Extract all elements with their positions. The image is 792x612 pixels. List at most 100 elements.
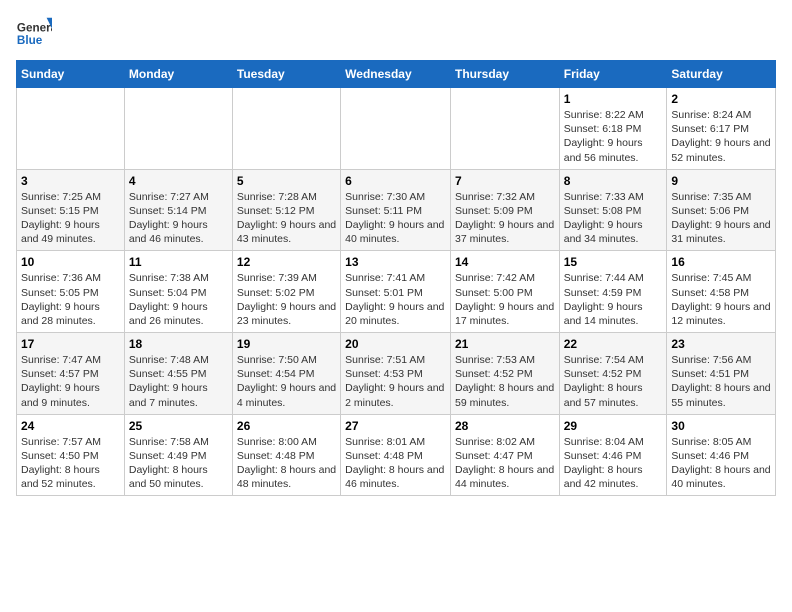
day-number: 18 [129, 337, 228, 351]
day-number: 23 [671, 337, 771, 351]
day-number: 4 [129, 174, 228, 188]
calendar-week-row: 1 Sunrise: 8:22 AM Sunset: 6:18 PM Daylig… [17, 88, 776, 170]
day-number: 14 [455, 255, 555, 269]
calendar-cell: 20 Sunrise: 7:51 AM Sunset: 4:53 PM Dayli… [341, 333, 451, 415]
day-info: Sunrise: 7:57 AM Sunset: 4:50 PM Dayligh… [21, 435, 120, 492]
day-header-monday: Monday [124, 61, 232, 88]
calendar-cell: 30 Sunrise: 8:05 AM Sunset: 4:46 PM Dayli… [667, 414, 776, 496]
calendar-cell: 14 Sunrise: 7:42 AM Sunset: 5:00 PM Dayli… [450, 251, 559, 333]
day-number: 8 [564, 174, 663, 188]
day-info: Sunrise: 8:00 AM Sunset: 4:48 PM Dayligh… [237, 435, 336, 492]
day-number: 24 [21, 419, 120, 433]
day-number: 7 [455, 174, 555, 188]
day-info: Sunrise: 7:56 AM Sunset: 4:51 PM Dayligh… [671, 353, 771, 410]
calendar-cell: 13 Sunrise: 7:41 AM Sunset: 5:01 PM Dayli… [341, 251, 451, 333]
day-number: 30 [671, 419, 771, 433]
day-number: 16 [671, 255, 771, 269]
day-number: 29 [564, 419, 663, 433]
day-number: 6 [345, 174, 446, 188]
day-info: Sunrise: 8:02 AM Sunset: 4:47 PM Dayligh… [455, 435, 555, 492]
calendar-cell: 29 Sunrise: 8:04 AM Sunset: 4:46 PM Dayli… [559, 414, 667, 496]
day-number: 22 [564, 337, 663, 351]
calendar-cell: 10 Sunrise: 7:36 AM Sunset: 5:05 PM Dayli… [17, 251, 125, 333]
day-info: Sunrise: 7:44 AM Sunset: 4:59 PM Dayligh… [564, 271, 663, 328]
day-info: Sunrise: 7:36 AM Sunset: 5:05 PM Dayligh… [21, 271, 120, 328]
calendar-cell: 19 Sunrise: 7:50 AM Sunset: 4:54 PM Dayli… [232, 333, 340, 415]
calendar-cell: 6 Sunrise: 7:30 AM Sunset: 5:11 PM Daylig… [341, 169, 451, 251]
day-number: 28 [455, 419, 555, 433]
calendar-week-row: 10 Sunrise: 7:36 AM Sunset: 5:05 PM Dayli… [17, 251, 776, 333]
page-header: General Blue [16, 16, 776, 52]
calendar-cell: 5 Sunrise: 7:28 AM Sunset: 5:12 PM Daylig… [232, 169, 340, 251]
day-info: Sunrise: 7:54 AM Sunset: 4:52 PM Dayligh… [564, 353, 663, 410]
svg-text:General: General [17, 21, 52, 34]
day-info: Sunrise: 8:01 AM Sunset: 4:48 PM Dayligh… [345, 435, 446, 492]
calendar-cell: 25Sunrise: 7:58 AM Sunset: 4:49 PM Dayli… [124, 414, 232, 496]
day-info: Sunrise: 7:39 AM Sunset: 5:02 PM Dayligh… [237, 271, 336, 328]
day-number: 9 [671, 174, 771, 188]
calendar-cell [232, 88, 340, 170]
day-info: Sunrise: 7:27 AM Sunset: 5:14 PM Dayligh… [129, 190, 228, 247]
calendar-week-row: 17Sunrise: 7:47 AM Sunset: 4:57 PM Dayli… [17, 333, 776, 415]
calendar-header-row: SundayMondayTuesdayWednesdayThursdayFrid… [17, 61, 776, 88]
calendar-week-row: 3 Sunrise: 7:25 AM Sunset: 5:15 PM Daylig… [17, 169, 776, 251]
calendar-cell: 26Sunrise: 8:00 AM Sunset: 4:48 PM Dayli… [232, 414, 340, 496]
day-number: 2 [671, 92, 771, 106]
day-number: 5 [237, 174, 336, 188]
calendar-cell: 24 Sunrise: 7:57 AM Sunset: 4:50 PM Dayli… [17, 414, 125, 496]
day-info: Sunrise: 8:04 AM Sunset: 4:46 PM Dayligh… [564, 435, 663, 492]
day-info: Sunrise: 7:28 AM Sunset: 5:12 PM Dayligh… [237, 190, 336, 247]
day-info: Sunrise: 7:38 AM Sunset: 5:04 PM Dayligh… [129, 271, 228, 328]
day-info: Sunrise: 7:50 AM Sunset: 4:54 PM Dayligh… [237, 353, 336, 410]
calendar-cell: 2Sunrise: 8:24 AM Sunset: 6:17 PM Daylig… [667, 88, 776, 170]
day-info: Sunrise: 7:53 AM Sunset: 4:52 PM Dayligh… [455, 353, 555, 410]
day-header-thursday: Thursday [450, 61, 559, 88]
day-header-friday: Friday [559, 61, 667, 88]
day-number: 10 [21, 255, 120, 269]
calendar-cell: 22 Sunrise: 7:54 AM Sunset: 4:52 PM Dayli… [559, 333, 667, 415]
calendar-cell: 12Sunrise: 7:39 AM Sunset: 5:02 PM Dayli… [232, 251, 340, 333]
day-header-tuesday: Tuesday [232, 61, 340, 88]
day-header-wednesday: Wednesday [341, 61, 451, 88]
day-number: 11 [129, 255, 228, 269]
calendar-cell [450, 88, 559, 170]
svg-text:Blue: Blue [17, 34, 43, 47]
calendar-cell: 27 Sunrise: 8:01 AM Sunset: 4:48 PM Dayli… [341, 414, 451, 496]
calendar-cell: 17Sunrise: 7:47 AM Sunset: 4:57 PM Dayli… [17, 333, 125, 415]
calendar-cell: 16 Sunrise: 7:45 AM Sunset: 4:58 PM Dayli… [667, 251, 776, 333]
day-number: 1 [564, 92, 663, 106]
day-number: 17 [21, 337, 120, 351]
calendar-cell: 3 Sunrise: 7:25 AM Sunset: 5:15 PM Daylig… [17, 169, 125, 251]
day-number: 27 [345, 419, 446, 433]
day-info: Sunrise: 8:22 AM Sunset: 6:18 PM Dayligh… [564, 108, 663, 165]
calendar-cell: 8 Sunrise: 7:33 AM Sunset: 5:08 PM Daylig… [559, 169, 667, 251]
day-number: 21 [455, 337, 555, 351]
calendar-cell: 11 Sunrise: 7:38 AM Sunset: 5:04 PM Dayli… [124, 251, 232, 333]
day-number: 15 [564, 255, 663, 269]
day-number: 3 [21, 174, 120, 188]
day-info: Sunrise: 7:42 AM Sunset: 5:00 PM Dayligh… [455, 271, 555, 328]
calendar-cell: 4 Sunrise: 7:27 AM Sunset: 5:14 PM Daylig… [124, 169, 232, 251]
day-info: Sunrise: 7:58 AM Sunset: 4:49 PM Dayligh… [129, 435, 228, 492]
day-number: 13 [345, 255, 446, 269]
day-header-sunday: Sunday [17, 61, 125, 88]
day-number: 20 [345, 337, 446, 351]
calendar-cell: 28 Sunrise: 8:02 AM Sunset: 4:47 PM Dayli… [450, 414, 559, 496]
calendar-table: SundayMondayTuesdayWednesdayThursdayFrid… [16, 60, 776, 496]
day-info: Sunrise: 7:35 AM Sunset: 5:06 PM Dayligh… [671, 190, 771, 247]
day-info: Sunrise: 7:45 AM Sunset: 4:58 PM Dayligh… [671, 271, 771, 328]
day-info: Sunrise: 7:32 AM Sunset: 5:09 PM Dayligh… [455, 190, 555, 247]
day-info: Sunrise: 7:25 AM Sunset: 5:15 PM Dayligh… [21, 190, 120, 247]
calendar-cell: 18 Sunrise: 7:48 AM Sunset: 4:55 PM Dayli… [124, 333, 232, 415]
calendar-cell: 9 Sunrise: 7:35 AM Sunset: 5:06 PM Daylig… [667, 169, 776, 251]
day-info: Sunrise: 7:51 AM Sunset: 4:53 PM Dayligh… [345, 353, 446, 410]
day-info: Sunrise: 7:30 AM Sunset: 5:11 PM Dayligh… [345, 190, 446, 247]
calendar-cell [17, 88, 125, 170]
day-info: Sunrise: 7:41 AM Sunset: 5:01 PM Dayligh… [345, 271, 446, 328]
day-info: Sunrise: 8:05 AM Sunset: 4:46 PM Dayligh… [671, 435, 771, 492]
day-header-saturday: Saturday [667, 61, 776, 88]
day-info: Sunrise: 7:48 AM Sunset: 4:55 PM Dayligh… [129, 353, 228, 410]
day-number: 19 [237, 337, 336, 351]
day-info: Sunrise: 7:33 AM Sunset: 5:08 PM Dayligh… [564, 190, 663, 247]
calendar-cell: 23 Sunrise: 7:56 AM Sunset: 4:51 PM Dayli… [667, 333, 776, 415]
